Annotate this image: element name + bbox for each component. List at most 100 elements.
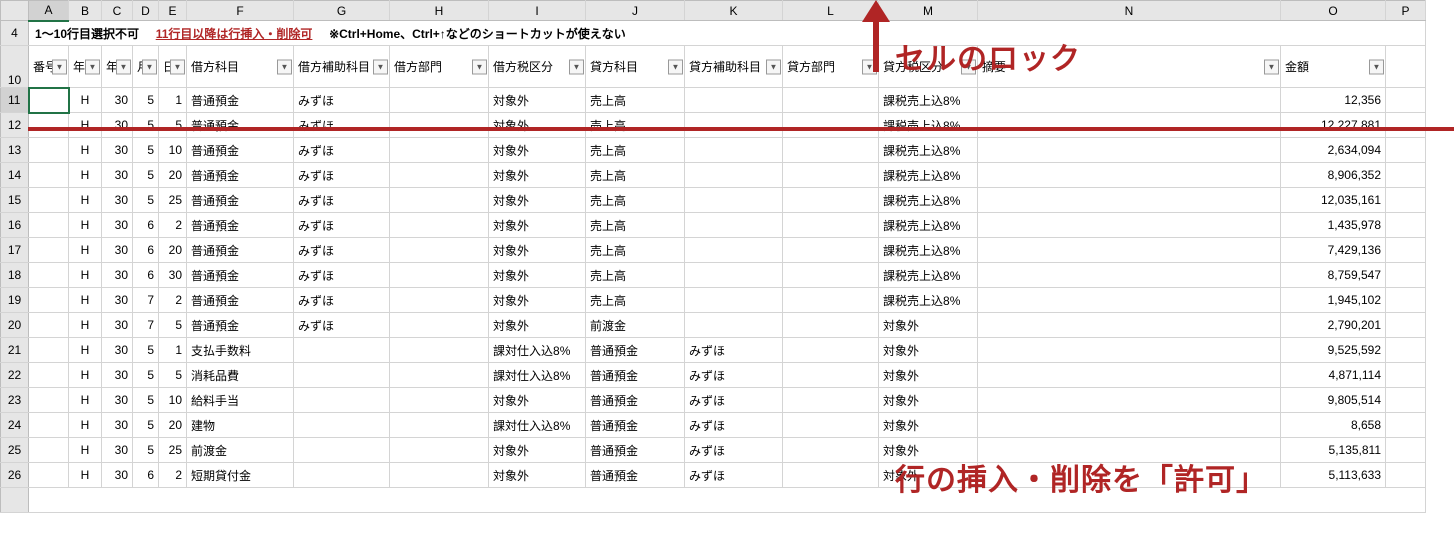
cell[interactable]: みずほ bbox=[685, 388, 783, 413]
hdr-dr-dept[interactable]: 借方部門▼ bbox=[390, 46, 489, 88]
cell[interactable]: 課税売上込8% bbox=[879, 113, 978, 138]
col-A[interactable]: A bbox=[29, 1, 69, 21]
col-G[interactable]: G bbox=[294, 1, 390, 21]
cell[interactable]: H bbox=[69, 288, 102, 313]
cell[interactable] bbox=[783, 463, 879, 488]
cell[interactable] bbox=[783, 438, 879, 463]
cell[interactable]: みずほ bbox=[294, 188, 390, 213]
cell[interactable]: H bbox=[69, 163, 102, 188]
hdr-memo[interactable]: 摘要▼ bbox=[978, 46, 1281, 88]
cell[interactable]: みずほ bbox=[294, 263, 390, 288]
cell[interactable]: 対象外 bbox=[489, 263, 586, 288]
cell[interactable] bbox=[390, 288, 489, 313]
hdr-bangou[interactable]: 番号▼ bbox=[29, 46, 69, 88]
cell[interactable] bbox=[685, 163, 783, 188]
cell[interactable]: 課税売上込8% bbox=[879, 288, 978, 313]
hdr-cr-dept[interactable]: 貸方部門▼ bbox=[783, 46, 879, 88]
col-P[interactable]: P bbox=[1386, 1, 1426, 21]
cell[interactable]: 売上高 bbox=[586, 238, 685, 263]
cell[interactable]: 対象外 bbox=[879, 338, 978, 363]
cell[interactable]: 短期貸付金 bbox=[187, 463, 294, 488]
cell[interactable]: 売上高 bbox=[586, 213, 685, 238]
row-head[interactable]: 20 bbox=[1, 313, 29, 338]
cell[interactable]: 課税売上込8% bbox=[879, 138, 978, 163]
row-head[interactable]: 11 bbox=[1, 88, 29, 113]
grid[interactable]: A B C D E F G H I J K L M N O P 4 1～10行目… bbox=[0, 0, 1426, 513]
cell[interactable] bbox=[29, 388, 69, 413]
cell[interactable]: 1,945,102 bbox=[1281, 288, 1386, 313]
row-head-4[interactable]: 4 bbox=[1, 21, 29, 46]
col-F[interactable]: F bbox=[187, 1, 294, 21]
row-head[interactable]: 12 bbox=[1, 113, 29, 138]
cell[interactable]: 普通預金 bbox=[586, 338, 685, 363]
cell[interactable]: 5 bbox=[133, 413, 159, 438]
filter-icon[interactable]: ▼ bbox=[569, 59, 584, 74]
cell[interactable] bbox=[390, 138, 489, 163]
cell[interactable]: 30 bbox=[102, 163, 133, 188]
row-head[interactable]: 23 bbox=[1, 388, 29, 413]
cell[interactable] bbox=[783, 213, 879, 238]
cell[interactable]: 2,634,094 bbox=[1281, 138, 1386, 163]
row-head[interactable]: 22 bbox=[1, 363, 29, 388]
cell[interactable]: 5 bbox=[133, 188, 159, 213]
cell[interactable] bbox=[29, 288, 69, 313]
cell[interactable] bbox=[978, 438, 1281, 463]
cell[interactable]: 対象外 bbox=[879, 463, 978, 488]
filter-icon[interactable]: ▼ bbox=[170, 59, 185, 74]
hdr-cr-acct[interactable]: 貸方科目▼ bbox=[586, 46, 685, 88]
hdr-year[interactable]: 年▼ bbox=[102, 46, 133, 88]
cell[interactable]: 対象外 bbox=[489, 463, 586, 488]
cell[interactable] bbox=[783, 188, 879, 213]
cell[interactable] bbox=[1386, 263, 1426, 288]
cell[interactable]: 1 bbox=[159, 338, 187, 363]
hdr-month[interactable]: 月▼ bbox=[133, 46, 159, 88]
cell[interactable]: 課税売上込8% bbox=[879, 188, 978, 213]
cell[interactable]: 5 bbox=[159, 313, 187, 338]
cell[interactable]: H bbox=[69, 213, 102, 238]
cell[interactable]: 30 bbox=[102, 138, 133, 163]
row-head[interactable]: 15 bbox=[1, 188, 29, 213]
row-head-10[interactable]: 10 bbox=[1, 46, 29, 88]
cell[interactable] bbox=[783, 388, 879, 413]
cell[interactable]: 対象外 bbox=[489, 88, 586, 113]
cell[interactable]: 30 bbox=[102, 263, 133, 288]
cell[interactable]: 12,356 bbox=[1281, 88, 1386, 113]
filter-icon[interactable]: ▼ bbox=[85, 59, 100, 74]
cell[interactable] bbox=[390, 163, 489, 188]
cell[interactable]: 4,871,114 bbox=[1281, 363, 1386, 388]
cell[interactable]: 8,906,352 bbox=[1281, 163, 1386, 188]
cell[interactable] bbox=[978, 338, 1281, 363]
cell[interactable] bbox=[1386, 463, 1426, 488]
cell[interactable]: みずほ bbox=[294, 113, 390, 138]
cell[interactable]: 対象外 bbox=[489, 288, 586, 313]
cell[interactable] bbox=[1386, 163, 1426, 188]
col-I[interactable]: I bbox=[489, 1, 586, 21]
row-head[interactable]: 21 bbox=[1, 338, 29, 363]
cell[interactable] bbox=[685, 113, 783, 138]
cell[interactable] bbox=[29, 438, 69, 463]
cell[interactable]: 6 bbox=[133, 238, 159, 263]
cell[interactable]: 対象外 bbox=[489, 213, 586, 238]
cell[interactable] bbox=[1386, 338, 1426, 363]
cell[interactable]: 対象外 bbox=[489, 138, 586, 163]
col-N[interactable]: N bbox=[978, 1, 1281, 21]
hdr-nengo[interactable]: 年号▼ bbox=[69, 46, 102, 88]
cell[interactable] bbox=[390, 313, 489, 338]
cell[interactable]: 5,113,633 bbox=[1281, 463, 1386, 488]
cell[interactable] bbox=[29, 338, 69, 363]
cell[interactable]: 普通預金 bbox=[586, 363, 685, 388]
cell[interactable]: H bbox=[69, 238, 102, 263]
row-head[interactable]: 18 bbox=[1, 263, 29, 288]
cell[interactable]: 給料手当 bbox=[187, 388, 294, 413]
cell[interactable] bbox=[783, 88, 879, 113]
cell[interactable] bbox=[29, 113, 69, 138]
cell[interactable] bbox=[1386, 213, 1426, 238]
hdr-dr-tax[interactable]: 借方税区分▼ bbox=[489, 46, 586, 88]
cell[interactable]: 12,035,161 bbox=[1281, 188, 1386, 213]
filter-icon[interactable]: ▼ bbox=[862, 59, 877, 74]
cell[interactable] bbox=[685, 213, 783, 238]
cell[interactable] bbox=[390, 438, 489, 463]
cell[interactable] bbox=[1386, 238, 1426, 263]
cell[interactable]: 課税売上込8% bbox=[879, 213, 978, 238]
cell[interactable]: 対象外 bbox=[879, 388, 978, 413]
